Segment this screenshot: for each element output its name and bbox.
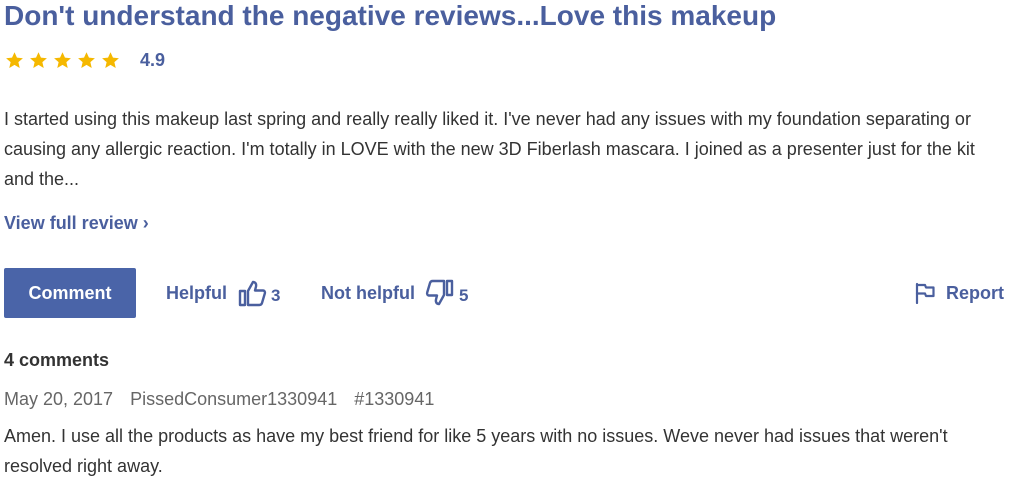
flag-icon bbox=[915, 282, 935, 304]
not-helpful-label: Not helpful bbox=[321, 282, 415, 303]
thumbs-up-icon bbox=[238, 280, 267, 307]
star-rating bbox=[5, 51, 120, 70]
not-helpful-count: 5 bbox=[458, 286, 469, 305]
comment-id[interactable]: #1330941 bbox=[354, 389, 434, 409]
comment-button[interactable]: Comment bbox=[4, 268, 136, 318]
view-full-review-link[interactable]: View full review › bbox=[4, 209, 149, 237]
star-icon bbox=[102, 51, 119, 68]
star-icon bbox=[78, 51, 95, 68]
rating-value: 4.9 bbox=[140, 49, 166, 70]
star-icon bbox=[6, 51, 23, 68]
comment-author[interactable]: PissedConsumer1330941 bbox=[130, 389, 337, 409]
comment-date: May 20, 2017 bbox=[4, 389, 114, 409]
helpful-label: Helpful bbox=[166, 282, 227, 303]
thumbs-down-icon bbox=[425, 279, 454, 306]
star-icon bbox=[30, 51, 47, 68]
comment-meta: May 20, 2017 PissedConsumer1330941 #1330… bbox=[4, 386, 446, 412]
review-action-bar: Comment Helpful 3 Not helpful 5 Report bbox=[4, 268, 1004, 318]
rating-row: 4.9 bbox=[5, 48, 165, 72]
comments-count: 4 comments bbox=[4, 350, 110, 370]
not-helpful-button[interactable]: Not helpful 5 bbox=[321, 268, 468, 318]
review-title: Don't understand the negative reviews...… bbox=[4, 0, 777, 31]
report-label: Report bbox=[946, 282, 1004, 303]
helpful-count: 3 bbox=[271, 286, 281, 305]
report-button[interactable]: Report bbox=[914, 268, 1004, 318]
comment-text: Amen. I use all the products as have my … bbox=[4, 426, 948, 476]
review-body: I started using this makeup last spring … bbox=[4, 109, 975, 189]
helpful-button[interactable]: Helpful 3 bbox=[166, 268, 280, 318]
star-icon bbox=[54, 51, 71, 68]
